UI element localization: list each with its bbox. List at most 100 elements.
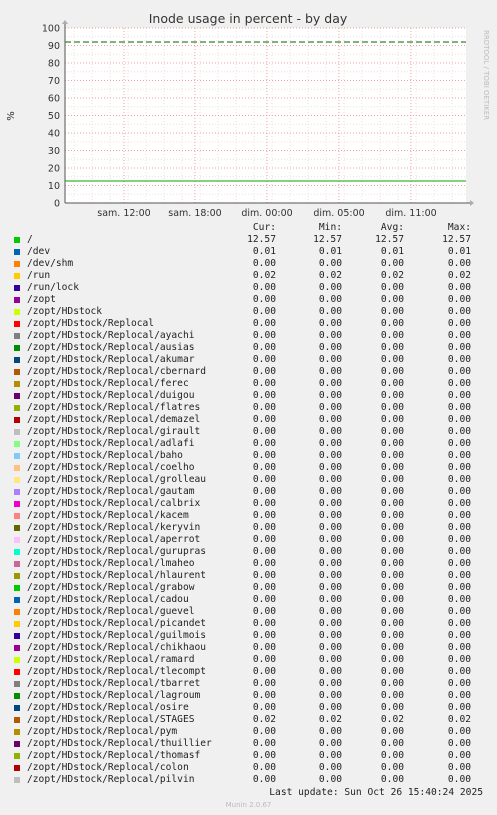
legend-row: /zopt/HDstock/Replocal/cbernard 0.00 0.00 0… — [0, 366, 497, 378]
legend-row: /zopt/HDstock/Replocal/aperrot 0.00 0.00 0.… — [0, 534, 497, 546]
legend-cur-value: 0.00 — [252, 462, 276, 473]
legend-avg-value: 0.00 — [380, 522, 404, 533]
legend-label: /zopt/HDstock/Replocal/calbrix — [27, 498, 201, 509]
legend-avg-value: 0.00 — [380, 282, 404, 293]
legend-min-value: 0.00 — [318, 402, 342, 413]
legend-swatch — [14, 477, 20, 483]
legend-cur-value: 0.02 — [252, 714, 276, 725]
legend-min-value: 0.00 — [318, 414, 342, 425]
legend-label: /zopt/HDstock/Replocal/STAGES — [27, 714, 195, 725]
legend-swatch — [14, 513, 20, 519]
legend-cur-value: 0.00 — [252, 318, 276, 329]
legend-min-value: 0.00 — [318, 534, 342, 545]
legend-min-value: 0.00 — [318, 642, 342, 653]
legend-cur-value: 0.00 — [252, 366, 276, 377]
legend-cur-value: 12.57 — [247, 234, 276, 245]
legend-swatch — [14, 261, 20, 267]
legend-avg-value: 0.00 — [380, 498, 404, 509]
legend-min-value: 0.00 — [318, 630, 342, 641]
legend-label: /zopt/HDstock/Replocal/guevel — [27, 606, 195, 617]
legend-cur-value: 0.00 — [252, 582, 276, 593]
legend-max-value: 0.00 — [447, 354, 471, 365]
legend-row: /zopt 0.00 0.00 0.00 0.00 — [0, 294, 497, 306]
legend-row: /run/lock 0.00 0.00 0.00 0.00 — [0, 282, 497, 294]
legend-max-value: 0.00 — [447, 402, 471, 413]
legend-row: /zopt/HDstock/Replocal/guevel 0.00 0.00 0.0… — [0, 606, 497, 618]
legend-swatch — [14, 489, 20, 495]
legend-row: /zopt/HDstock 0.00 0.00 0.00 0.00 — [0, 306, 497, 318]
legend-min-value: 0.00 — [318, 390, 342, 401]
legend-label: /zopt/HDstock/Replocal/hlaurent — [27, 570, 207, 581]
legend-max-value: 0.00 — [447, 438, 471, 449]
legend-swatch — [14, 381, 20, 387]
legend-label: /zopt/HDstock/Replocal/colon — [27, 762, 189, 773]
legend-row: /zopt/HDstock/Replocal/calbrix 0.00 0.00 0.… — [0, 498, 497, 510]
legend-row: /zopt/HDstock/Replocal 0.00 0.00 0.00 0.00 — [0, 318, 497, 330]
legend-min-value: 0.00 — [318, 366, 342, 377]
legend-label: /zopt/HDstock/Replocal/thomasf — [27, 750, 201, 761]
legend-cur-value: 0.00 — [252, 666, 276, 677]
legend-min-value: 0.00 — [318, 378, 342, 389]
legend-cur-value: 0.00 — [252, 390, 276, 401]
legend-row: /zopt/HDstock/Replocal/thomasf 0.00 0.00 0.… — [0, 750, 497, 762]
legend-avg-value: 0.00 — [380, 642, 404, 653]
legend-avg-value: 0.00 — [380, 618, 404, 629]
legend-max-value: 0.02 — [447, 270, 471, 281]
legend-min-value: 0.00 — [318, 498, 342, 509]
legend-max-value: 0.00 — [447, 450, 471, 461]
legend-avg-value: 0.00 — [380, 330, 404, 341]
legend-row: /zopt/HDstock/Replocal/colon 0.00 0.00 0.00… — [0, 762, 497, 774]
legend-cur-value: 0.00 — [252, 306, 276, 317]
legend-cur-value: 0.00 — [252, 486, 276, 497]
legend-max-value: 0.00 — [447, 642, 471, 653]
legend-swatch — [14, 333, 20, 339]
legend-min-value: 0.00 — [318, 618, 342, 629]
legend-label: / — [27, 234, 33, 245]
legend-swatch — [14, 561, 20, 567]
legend-max-value: 0.00 — [447, 630, 471, 641]
legend-cur-value: 0.00 — [252, 438, 276, 449]
legend-max-value: 0.00 — [447, 414, 471, 425]
legend-label: /zopt/HDstock/Replocal/aperrot — [27, 534, 201, 545]
legend-label: /zopt/HDstock/Replocal/demazel — [27, 414, 201, 425]
legend-avg-value: 0.00 — [380, 450, 404, 461]
legend-avg-value: 0.00 — [380, 630, 404, 641]
legend-cur-value: 0.00 — [252, 294, 276, 305]
legend-row: /zopt/HDstock/Replocal/ausias 0.00 0.00 0.0… — [0, 342, 497, 354]
legend-label: /zopt/HDstock/Replocal/pilvin — [27, 774, 195, 785]
y-tick-label: 20 — [48, 164, 60, 175]
legend-row: /zopt/HDstock/Replocal/thuillier 0.00 0.00… — [0, 738, 497, 750]
legend-cur-value: 0.00 — [252, 654, 276, 665]
legend-label: /zopt/HDstock/Replocal/picandet — [27, 618, 207, 629]
legend-swatch — [14, 741, 20, 747]
legend-label: /zopt/HDstock/Replocal/tbarret — [27, 678, 201, 689]
legend-swatch — [14, 597, 20, 603]
legend-swatch — [14, 297, 20, 303]
legend-row: /zopt/HDstock/Replocal/cadou 0.00 0.00 0.00… — [0, 594, 497, 606]
legend-label: /zopt/HDstock/Replocal/ramard — [27, 654, 195, 665]
legend-avg-value: 0.00 — [380, 378, 404, 389]
legend-label: /zopt/HDstock/Replocal/ayachi — [27, 330, 195, 341]
legend-label: /zopt/HDstock/Replocal/kacem — [27, 510, 189, 521]
y-tick-label: 100 — [42, 24, 60, 35]
legend-swatch — [14, 537, 20, 543]
legend-label: /zopt/HDstock/Replocal/grolleau — [27, 474, 207, 485]
legend-avg-value: 0.00 — [380, 582, 404, 593]
legend-avg-value: 0.00 — [380, 318, 404, 329]
legend-row: /zopt/HDstock/Replocal/gurupras 0.00 0.00 0… — [0, 546, 497, 558]
legend-swatch — [14, 729, 20, 735]
legend-avg-value: 0.00 — [380, 438, 404, 449]
legend-label: /zopt/HDstock/Replocal/girault — [27, 426, 201, 437]
legend-min-value: 0.00 — [318, 354, 342, 365]
y-axis-arrow — [62, 20, 68, 24]
legend-min-value: 0.00 — [318, 318, 342, 329]
header-avg: Avg: — [380, 222, 404, 233]
legend-swatch — [14, 657, 20, 663]
legend-cur-value: 0.00 — [252, 558, 276, 569]
legend-max-value: 0.00 — [447, 282, 471, 293]
legend-max-value: 0.00 — [447, 618, 471, 629]
legend-swatch — [14, 273, 20, 279]
legend-min-value: 0.00 — [318, 330, 342, 341]
legend-max-value: 0.00 — [447, 546, 471, 557]
legend-swatch — [14, 321, 20, 327]
